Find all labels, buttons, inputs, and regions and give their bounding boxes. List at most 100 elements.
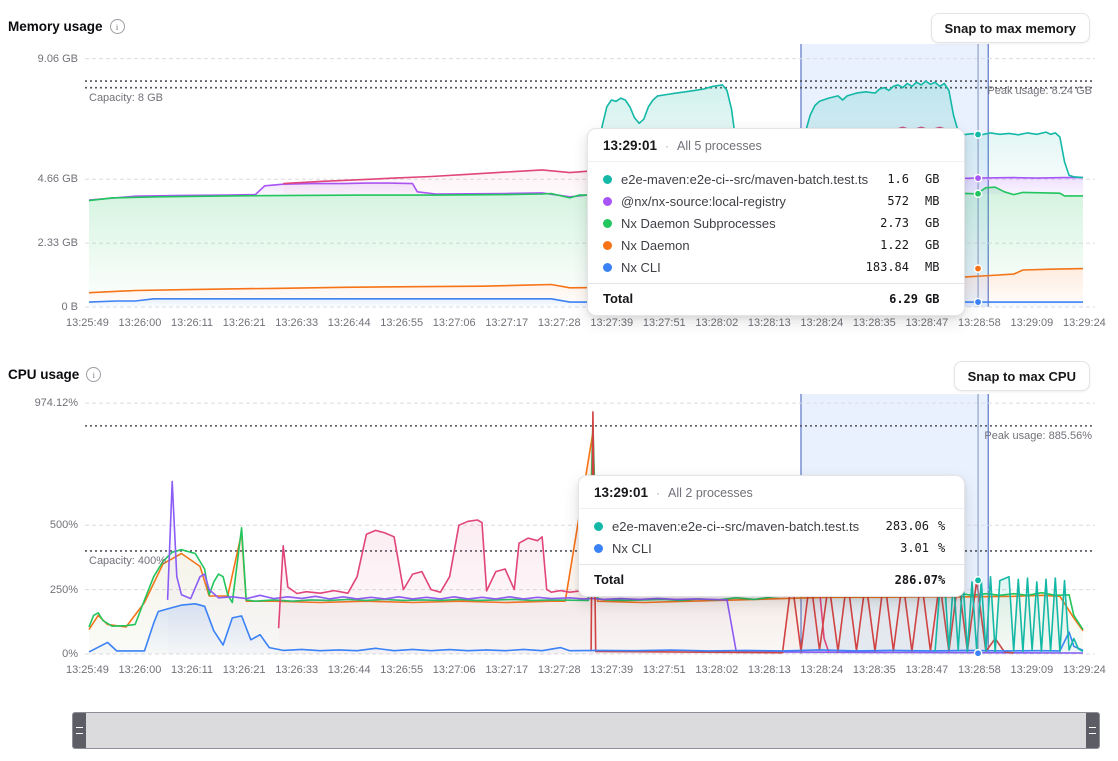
tooltip-subtitle: All 2 processes [668, 486, 753, 500]
process-value: 1.22 [880, 238, 909, 252]
tooltip-total-label: Total [594, 572, 895, 587]
charts-canvas [0, 0, 1118, 761]
x-tick-label: 13:27:28 [538, 317, 581, 329]
process-name: e2e-maven:e2e-ci--src/maven-batch.test.t… [612, 519, 877, 534]
memory-x-axis: 13:25:49 13:26:00 13:26:11 13:26:21 13:26:33… [66, 317, 1106, 329]
x-tick-label: 13:28:47 [905, 664, 948, 676]
series-color-dot [594, 544, 603, 553]
y-tick-label: 4.66 GB [38, 173, 78, 185]
x-tick-label: 13:27:39 [590, 317, 633, 329]
y-tick-label: 0% [62, 648, 78, 660]
y-tick-label: 974.12% [35, 397, 78, 409]
tooltip-process-row: @nx/nx-source:local-registry572MB [588, 190, 964, 212]
x-tick-label: 13:28:02 [695, 317, 738, 329]
memory-cursor-dot [974, 265, 981, 272]
memory-capacity-label: Capacity: 8 GB [89, 92, 163, 104]
memory-chart-title: Memory usage i [8, 19, 125, 34]
process-value: 2.73 [880, 216, 909, 230]
tooltip-subtitle: All 5 processes [677, 139, 762, 153]
x-tick-label: 13:25:49 [66, 317, 109, 329]
process-unit: % [938, 519, 949, 533]
x-tick-label: 13:28:58 [958, 317, 1001, 329]
process-name: Nx Daemon [621, 238, 871, 253]
x-tick-label: 13:26:00 [119, 317, 162, 329]
tooltip-total-unit: % [938, 573, 949, 587]
x-tick-label: 13:26:21 [223, 664, 266, 676]
process-monitor-page: Memory usage i Snap to max memory 9.06 G… [0, 0, 1118, 761]
x-tick-label: 13:26:55 [380, 664, 423, 676]
x-tick-label: 13:25:49 [66, 664, 109, 676]
process-value: 572 [887, 194, 909, 208]
series-color-dot [603, 175, 612, 184]
info-icon[interactable]: i [110, 19, 125, 34]
tooltip-rows: e2e-maven:e2e-ci--src/maven-batch.test.t… [588, 162, 964, 278]
cpu-capacity-label: Capacity: 400% [89, 555, 166, 567]
x-tick-label: 13:26:11 [171, 664, 213, 676]
x-tick-label: 13:29:09 [1010, 317, 1053, 329]
memory-title-text: Memory usage [8, 19, 103, 34]
x-tick-label: 13:28:47 [905, 317, 948, 329]
process-value: 1.6 [887, 172, 909, 186]
info-icon[interactable]: i [86, 367, 101, 382]
memory-peak-label: Peak usage: 8.24 GB [987, 85, 1092, 97]
x-tick-label: 13:28:35 [853, 664, 896, 676]
tooltip-total-row: Total 286.07 % [579, 564, 964, 596]
process-name: Nx CLI [621, 260, 857, 275]
snap-to-max-memory-button[interactable]: Snap to max memory [931, 13, 1091, 43]
x-tick-label: 13:26:11 [171, 317, 213, 329]
cpu-cursor-dot [974, 577, 981, 584]
process-value: 183.84 [866, 260, 909, 274]
cpu-cursor-dot [974, 650, 981, 657]
x-tick-label: 13:26:21 [223, 317, 266, 329]
series-color-dot [603, 197, 612, 206]
x-tick-label: 13:27:51 [643, 317, 686, 329]
y-tick-label: 9.06 GB [38, 53, 78, 65]
timeline-scrubber[interactable] [72, 712, 1100, 749]
tooltip-separator: · [665, 139, 669, 153]
x-tick-label: 13:28:13 [748, 317, 791, 329]
scrubber-left-handle[interactable] [73, 713, 86, 748]
series-color-dot [603, 219, 612, 228]
tooltip-total-label: Total [603, 291, 889, 306]
tooltip-process-row: e2e-maven:e2e-ci--src/maven-batch.test.t… [579, 515, 964, 537]
x-tick-label: 13:26:33 [275, 317, 318, 329]
tooltip-process-row: Nx CLI 183.84 MB [588, 256, 964, 278]
tooltip-total-value: 6.29 [889, 292, 918, 306]
cpu-area-nx-cli [89, 604, 1083, 654]
x-tick-label: 13:27:17 [485, 317, 528, 329]
tooltip-rows: e2e-maven:e2e-ci--src/maven-batch.test.t… [579, 509, 964, 559]
snap-to-max-cpu-button[interactable]: Snap to max CPU [954, 361, 1090, 391]
process-name: Nx Daemon Subprocesses [621, 216, 871, 231]
x-tick-label: 13:29:09 [1010, 664, 1053, 676]
y-tick-label: 2.33 GB [38, 237, 78, 249]
tooltip-process-row: e2e-maven:e2e-ci--src/maven-batch.test.t… [588, 168, 964, 190]
process-unit: MB [925, 260, 949, 274]
x-tick-label: 13:29:24 [1063, 317, 1106, 329]
x-tick-label: 13:28:24 [800, 317, 843, 329]
series-color-dot [603, 263, 612, 272]
x-tick-label: 13:28:13 [748, 664, 791, 676]
x-tick-label: 13:26:00 [119, 664, 162, 676]
x-tick-label: 13:27:06 [433, 317, 476, 329]
memory-cursor-dot [974, 190, 981, 197]
tooltip-time: 13:29:01 [603, 138, 657, 153]
tooltip-process-row: Nx CLI3.01% [579, 537, 964, 559]
process-value: 3.01 [900, 541, 929, 555]
cpu-title-text: CPU usage [8, 367, 79, 382]
cpu-chart-title: CPU usage i [8, 367, 101, 382]
tooltip-header: 13:29:01 · All 2 processes [579, 476, 964, 509]
x-tick-label: 13:27:39 [590, 664, 633, 676]
process-unit: GB [925, 172, 949, 186]
grip-icon [76, 727, 83, 734]
tooltip-total-unit: GB [925, 292, 949, 306]
cpu-x-axis: 13:25:4913:26:0013:26:1113:26:2113:26:33… [66, 664, 1106, 676]
x-tick-label: 13:29:24 [1063, 664, 1106, 676]
tooltip-separator: · [656, 486, 660, 500]
scrubber-right-handle[interactable] [1086, 713, 1099, 748]
tooltip-process-row: Nx Daemon Subprocesses2.73GB [588, 212, 964, 234]
tooltip-total-row: Total 6.29 GB [588, 283, 964, 315]
cpu-peak-label: Peak usage: 885.56% [984, 430, 1092, 442]
tooltip-time: 13:29:01 [594, 485, 648, 500]
x-tick-label: 13:26:44 [328, 664, 371, 676]
x-tick-label: 13:27:51 [643, 664, 686, 676]
